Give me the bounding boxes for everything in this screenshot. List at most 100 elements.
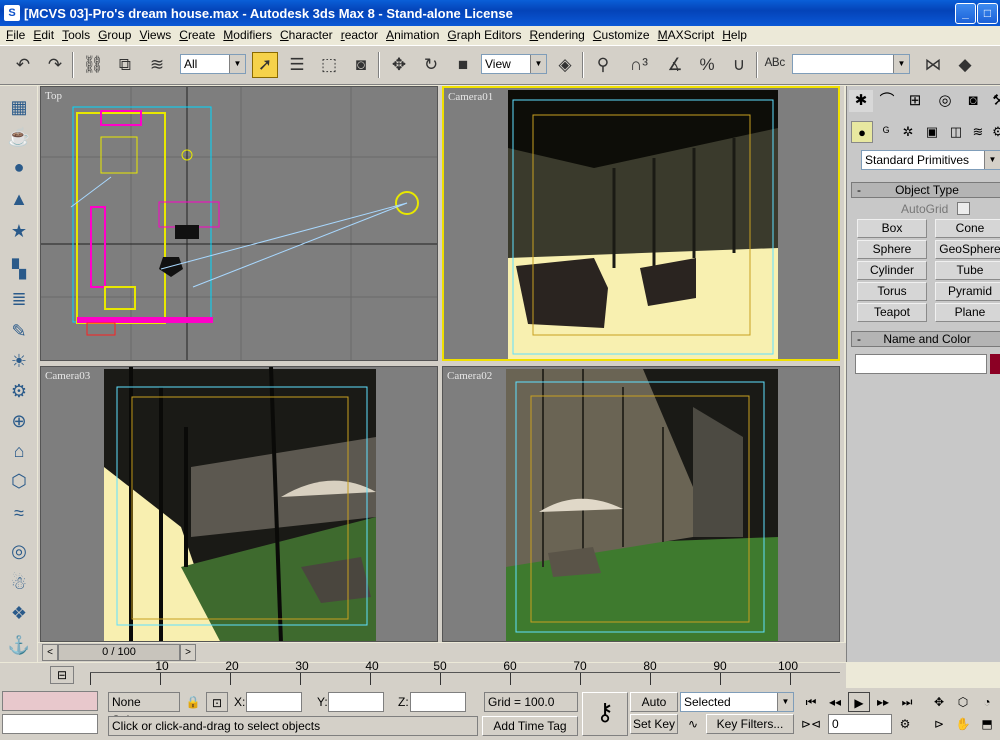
- menu-file[interactable]: File: [2, 28, 29, 42]
- scale-icon[interactable]: ■: [450, 52, 476, 78]
- current-frame-field[interactable]: 0: [828, 714, 892, 734]
- teapot-icon[interactable]: ☕: [6, 124, 32, 150]
- set-key-button[interactable]: Set Key: [630, 714, 678, 734]
- hand-pan-icon[interactable]: ✋: [952, 714, 974, 734]
- sphere-button[interactable]: Sphere: [857, 240, 927, 259]
- viewport-label[interactable]: Camera01: [448, 91, 493, 103]
- orbit-icon[interactable]: ◔: [976, 692, 998, 712]
- time-slider-prev[interactable]: <: [42, 644, 58, 661]
- hierarchy-tab-icon[interactable]: ⊞: [903, 90, 927, 112]
- cameras-icon[interactable]: ▣: [921, 121, 943, 143]
- maxscript-listener-white[interactable]: [2, 714, 98, 734]
- menu-views[interactable]: Views: [135, 28, 175, 42]
- menu-rendering[interactable]: Rendering: [525, 28, 588, 42]
- plane-button[interactable]: Plane: [935, 303, 1000, 322]
- spacewarp-icon[interactable]: ⌂: [6, 438, 32, 464]
- spinner-snap-icon[interactable]: ∪: [726, 52, 752, 78]
- default-tangents-icon[interactable]: ∿: [682, 714, 704, 734]
- z-coordinate-field[interactable]: [410, 692, 466, 712]
- angle-snap-icon[interactable]: ∡: [662, 52, 688, 78]
- mirror-icon[interactable]: ⋈: [920, 52, 946, 78]
- wave-icon[interactable]: ≈: [6, 500, 32, 526]
- viewport-top[interactable]: Top: [40, 86, 438, 361]
- teapot-button[interactable]: Teapot: [857, 303, 927, 322]
- go-to-end-icon[interactable]: ⏭: [896, 692, 918, 712]
- category-dropdown[interactable]: Standard Primitives ▼: [861, 150, 1000, 170]
- select-and-link-icon[interactable]: ⛓: [80, 52, 106, 78]
- viewport-camera03[interactable]: Camera03: [40, 366, 438, 642]
- rotate-icon[interactable]: ↻: [418, 52, 444, 78]
- viewport-label[interactable]: Camera03: [45, 370, 90, 382]
- set-key-icon[interactable]: ⚷: [582, 692, 628, 736]
- box-button[interactable]: Box: [857, 219, 927, 238]
- go-to-start-icon[interactable]: ⏮: [800, 692, 822, 712]
- cone-button[interactable]: Cone: [935, 219, 1000, 238]
- previous-frame-icon[interactable]: ◂◂: [824, 692, 846, 712]
- menu-help[interactable]: Help: [718, 28, 751, 42]
- edit-named-selections-icon[interactable]: ᴬᴮᶜ: [762, 52, 788, 78]
- motion-tab-icon[interactable]: ◎: [933, 90, 957, 112]
- minimize-button[interactable]: _: [955, 3, 976, 24]
- object-color-swatch[interactable]: [990, 354, 1000, 374]
- objects-icon[interactable]: ▦: [6, 94, 32, 120]
- light-icon[interactable]: ☀: [6, 348, 32, 374]
- move-icon[interactable]: ✥: [386, 52, 412, 78]
- selection-filter-dropdown[interactable]: All ▼: [180, 54, 246, 74]
- auto-key-button[interactable]: Auto Key: [630, 692, 678, 727]
- systems-icon[interactable]: ⚙: [987, 121, 1000, 143]
- maxscript-listener-pink[interactable]: [2, 691, 98, 711]
- helpers-icon[interactable]: ◫: [945, 121, 967, 143]
- menu-edit[interactable]: Edit: [29, 28, 58, 42]
- dolly-icon[interactable]: ⊳: [928, 714, 950, 734]
- maximize-viewport-icon[interactable]: ⬒: [976, 714, 998, 734]
- lights-icon[interactable]: ✲: [897, 121, 919, 143]
- ring-icon[interactable]: ◎: [6, 538, 32, 564]
- align-icon[interactable]: ◆: [952, 52, 978, 78]
- shapes-icon[interactable]: ᴳ: [875, 121, 897, 143]
- absolute-mode-icon[interactable]: ⊡: [206, 692, 228, 712]
- lock-icon[interactable]: 🔒: [182, 692, 204, 712]
- menu-reactor[interactable]: reactor: [337, 28, 382, 42]
- play-icon[interactable]: ▶: [848, 692, 870, 712]
- tube-button[interactable]: Tube: [935, 261, 1000, 280]
- key-mode-dropdown[interactable]: Selected ▼: [680, 692, 794, 712]
- app-icon[interactable]: S: [4, 5, 20, 21]
- geometry-icon[interactable]: ●: [851, 121, 873, 143]
- helper-icon[interactable]: ⊕: [6, 408, 32, 434]
- helix-icon[interactable]: ≣: [6, 286, 32, 312]
- named-selection-dropdown[interactable]: ▼: [792, 54, 910, 74]
- bind-space-warp-icon[interactable]: ≋: [144, 52, 170, 78]
- next-frame-icon[interactable]: ▸▸: [872, 692, 894, 712]
- window-crossing-icon[interactable]: ◙: [348, 52, 374, 78]
- key-filters-button[interactable]: Key Filters...: [706, 714, 794, 734]
- curve-editor-icon[interactable]: ⊟: [50, 666, 74, 684]
- field-of-view-icon[interactable]: ⬡: [952, 692, 974, 712]
- time-slider-next[interactable]: >: [180, 644, 196, 661]
- create-tab-icon[interactable]: ✱: [849, 90, 873, 112]
- time-configuration-icon[interactable]: ⚙: [894, 714, 916, 734]
- geosphere-button[interactable]: GeoSphere: [935, 240, 1000, 259]
- checker-icon[interactable]: ▚: [6, 256, 32, 282]
- gear-icon[interactable]: ⚙: [6, 378, 32, 404]
- object-name-field[interactable]: [855, 354, 987, 374]
- menu-create[interactable]: Create: [175, 28, 219, 42]
- viewport-label[interactable]: Camera02: [447, 370, 492, 382]
- viewport-label[interactable]: Top: [45, 90, 62, 102]
- cylinder-button[interactable]: Cylinder: [857, 261, 927, 280]
- utilities-tab-icon[interactable]: ⚒: [987, 90, 1000, 112]
- snaps-toggle-icon[interactable]: ∩³: [626, 52, 652, 78]
- menu-modifiers[interactable]: Modifiers: [219, 28, 276, 42]
- star-icon[interactable]: ★: [6, 218, 32, 244]
- particle-icon[interactable]: ❖: [6, 600, 32, 626]
- name-and-color-rollout-header[interactable]: - Name and Color: [851, 331, 1000, 347]
- sphere-icon[interactable]: ●: [6, 154, 32, 180]
- autogrid-checkbox[interactable]: [957, 202, 970, 215]
- menu-animation[interactable]: Animation: [382, 28, 443, 42]
- key-mode-toggle-icon[interactable]: ⊳⊲: [800, 714, 822, 734]
- add-time-tag-button[interactable]: Add Time Tag: [482, 716, 578, 736]
- viewport-camera01[interactable]: Camera01: [442, 86, 840, 361]
- system-icon[interactable]: ⬡: [6, 468, 32, 494]
- display-tab-icon[interactable]: ◙: [961, 90, 985, 112]
- modify-tab-icon[interactable]: ⌒: [875, 90, 899, 112]
- cone-icon[interactable]: ▲: [6, 186, 32, 212]
